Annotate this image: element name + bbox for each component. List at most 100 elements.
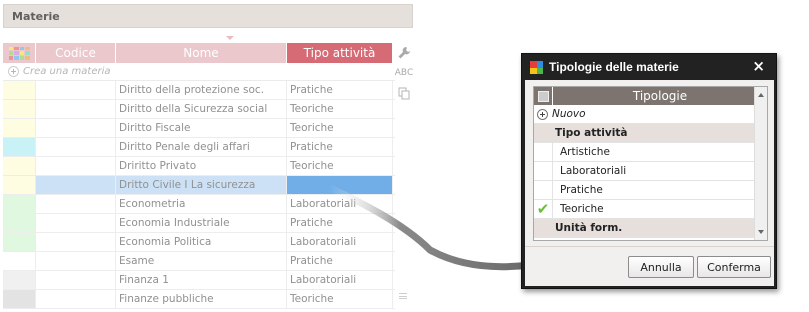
row-color-swatch[interactable] [3, 176, 36, 194]
dialog-separator [525, 246, 774, 247]
row-name[interactable]: Econometria [116, 195, 287, 213]
row-code[interactable] [36, 271, 116, 289]
select-all-checkbox[interactable] [534, 87, 553, 105]
table-row[interactable]: Finanze pubbliche Teoriche [3, 290, 395, 309]
row-activity-type[interactable]: Pratiche [287, 138, 393, 156]
row-code[interactable] [36, 100, 116, 118]
row-name[interactable]: Finanze pubbliche [116, 290, 287, 308]
row-color-swatch[interactable] [3, 138, 36, 156]
copy-icon[interactable] [396, 85, 412, 101]
row-color-swatch[interactable] [3, 81, 36, 99]
typology-item[interactable]: Laboratoriali [534, 161, 755, 181]
typology-checkbox[interactable] [534, 161, 553, 181]
wrench-icon[interactable] [396, 45, 412, 61]
row-name[interactable]: Diritto Penale degli affari [116, 138, 287, 156]
app-logo-icon [530, 61, 543, 74]
dialog-body: Tipologie Nuovo Tipo attività Artistiche L… [525, 80, 774, 286]
row-color-swatch[interactable] [3, 290, 36, 308]
add-icon [8, 66, 19, 77]
close-icon[interactable]: × [752, 57, 765, 75]
row-code[interactable] [36, 195, 116, 213]
typology-groups: Tipo attività Artistiche Laboratoriali Prat… [534, 124, 767, 238]
row-activity-type[interactable]: Teoriche [287, 100, 393, 118]
typology-item[interactable]: ✔ Teoriche [534, 199, 755, 219]
row-name[interactable]: Diritto della protezione soc. [116, 81, 287, 99]
new-typology-row[interactable]: Nuovo [534, 105, 755, 124]
row-activity-type[interactable]: Teoriche [287, 119, 393, 137]
spellcheck-icon[interactable]: ABC [394, 65, 414, 81]
typology-item[interactable]: Pratiche [534, 180, 755, 200]
column-header-name[interactable]: Nome [116, 43, 287, 63]
typology-group-label: Unità form. [555, 222, 623, 234]
row-color-swatch[interactable] [3, 252, 36, 270]
list-header: Tipologie [534, 87, 767, 105]
row-name[interactable]: Finanza 1 [116, 271, 287, 289]
typology-checkbox[interactable] [534, 180, 553, 200]
new-typology-label: Nuovo [552, 108, 586, 120]
add-icon [537, 108, 548, 120]
table-row[interactable]: Diritto della Sicurezza social Teoriche [3, 100, 395, 119]
row-name[interactable]: Economia Politica [116, 233, 287, 251]
scroll-down-icon[interactable] [758, 230, 764, 234]
typology-label: Teoriche [560, 203, 604, 215]
list-scrollbar[interactable] [754, 87, 767, 240]
row-name[interactable]: Diritto della Sicurezza social [116, 100, 287, 118]
row-code[interactable] [36, 119, 116, 137]
panel-title: Materie [12, 10, 60, 23]
typology-checkbox[interactable]: ✔ [534, 199, 553, 219]
row-code[interactable] [36, 214, 116, 232]
row-name[interactable]: Economia Industriale [116, 214, 287, 232]
row-code[interactable] [36, 252, 116, 270]
color-palette-icon [8, 46, 30, 60]
confirm-button[interactable]: Conferma [697, 256, 771, 278]
typology-label: Artistiche [560, 146, 610, 158]
column-header-code[interactable]: Codice [36, 43, 116, 63]
row-color-swatch[interactable] [3, 119, 36, 137]
row-code[interactable] [36, 233, 116, 251]
scrollbar-grip[interactable] [399, 293, 407, 299]
row-name[interactable]: Driritto Privato [116, 157, 287, 175]
panel-header: Materie [3, 4, 413, 28]
dialog-title: Tipologie delle materie [549, 60, 679, 74]
row-color-swatch[interactable] [3, 195, 36, 213]
typology-label: Pratiche [560, 184, 603, 196]
row-color-swatch[interactable] [3, 214, 36, 232]
typology-checkbox[interactable] [534, 142, 553, 162]
row-name[interactable]: Dritto Civile I La sicurezza [116, 176, 287, 194]
cancel-button[interactable]: Annulla [628, 256, 694, 278]
typologies-list: Tipologie Nuovo Tipo attività Artistiche L… [533, 86, 768, 241]
create-subject-placeholder: Crea una materia [23, 66, 111, 77]
collapse-arrow-icon[interactable] [226, 36, 234, 40]
row-code[interactable] [36, 176, 116, 194]
row-code[interactable] [36, 138, 116, 156]
column-header-activity-type[interactable]: Tipo attività [287, 43, 393, 63]
table-row[interactable]: Driritto Privato Teoriche [3, 157, 395, 176]
row-color-swatch[interactable] [3, 157, 36, 175]
row-color-swatch[interactable] [3, 271, 36, 289]
spellcheck-label: ABC [394, 68, 414, 78]
row-activity-type[interactable]: Teoriche [287, 157, 393, 175]
color-column-header[interactable] [3, 43, 36, 63]
row-activity-type[interactable]: Teoriche [287, 290, 393, 308]
row-name[interactable]: Esame [116, 252, 287, 270]
row-code[interactable] [36, 81, 116, 99]
table-row[interactable]: Diritto della protezione soc. Pratiche [3, 81, 395, 100]
row-code[interactable] [36, 290, 116, 308]
row-code[interactable] [36, 157, 116, 175]
typology-label: Laboratoriali [560, 165, 627, 177]
row-name[interactable]: Diritto Fiscale [116, 119, 287, 137]
typology-item[interactable]: Artistiche [534, 142, 755, 162]
table-row[interactable]: Diritto Fiscale Teoriche [3, 119, 395, 138]
row-activity-type[interactable]: Pratiche [287, 81, 393, 99]
typologies-dialog: Tipologie delle materie × Tipologie Nuov… [521, 53, 777, 289]
create-subject-row[interactable]: Crea una materia [3, 63, 395, 81]
typology-group-header[interactable]: Unità form. [534, 219, 755, 238]
typology-group-header[interactable]: Tipo attività [534, 124, 755, 143]
table-row[interactable]: Diritto Penale degli affari Pratiche [3, 138, 395, 157]
scroll-up-icon[interactable] [758, 93, 764, 97]
grid-header: Codice Nome Tipo attività [3, 43, 395, 63]
dialog-titlebar[interactable]: Tipologie delle materie × [522, 54, 776, 80]
row-color-swatch[interactable] [3, 233, 36, 251]
row-color-swatch[interactable] [3, 100, 36, 118]
checkmark-icon: ✔ [536, 199, 550, 218]
